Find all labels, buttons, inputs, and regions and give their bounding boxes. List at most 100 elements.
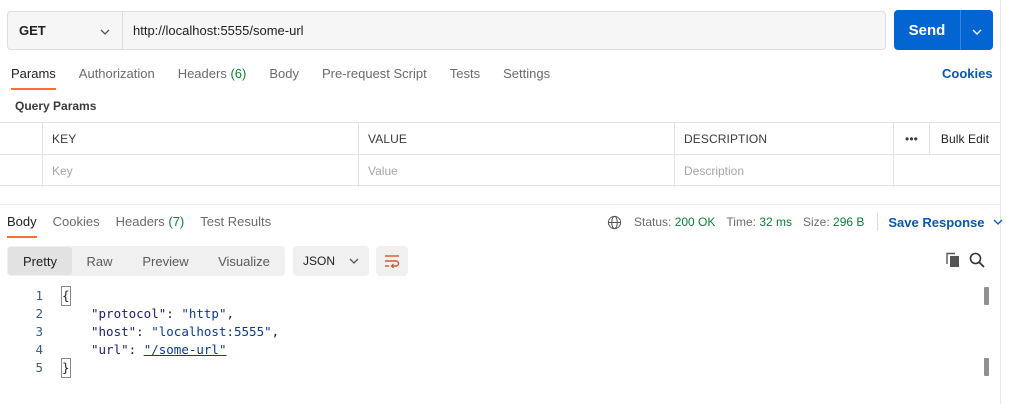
json-link-value[interactable]: "/some-url" — [144, 342, 227, 357]
size-label: Size: — [803, 215, 830, 229]
search-button[interactable] — [968, 251, 986, 269]
tab-pre-request-script[interactable]: Pre-request Script — [322, 66, 427, 90]
chevron-down-icon — [349, 258, 359, 264]
json-value: "localhost:5555" — [151, 324, 272, 339]
tab-label: Params — [11, 66, 56, 81]
code-text: } — [61, 358, 71, 378]
code-line: 4 "url": "/some-url" — [0, 341, 900, 359]
json-key: "host" — [91, 324, 137, 339]
code-text: "protocol": "http", — [91, 306, 235, 321]
vertical-scrollbar-thumb[interactable] — [984, 287, 989, 305]
tab-label: Headers — [115, 214, 165, 229]
json-punct: , — [271, 324, 280, 339]
time-info[interactable]: Time: 32 ms — [726, 215, 792, 229]
size-info[interactable]: Size: 296 B — [803, 215, 864, 229]
code-text: "url": "/some-url" — [91, 342, 227, 357]
code-text: "host": "localhost:5555", — [91, 324, 280, 339]
code-line: 2 "protocol": "http", — [0, 305, 900, 323]
code-line: 5 } — [0, 358, 900, 378]
tab-params[interactable]: Params — [11, 66, 56, 90]
tab-label: Authorization — [78, 66, 155, 81]
row-checkbox-cell — [0, 155, 43, 187]
request-tabs: Params Authorization Headers (6) Body Pr… — [11, 66, 573, 90]
url-value: http://localhost:5555/some-url — [133, 23, 304, 38]
format-preview[interactable]: Preview — [127, 247, 204, 275]
vertical-scrollbar-end[interactable] — [984, 358, 989, 376]
tab-headers[interactable]: Headers (6) — [178, 66, 247, 90]
json-key: "url" — [91, 342, 129, 357]
response-tabs: Body Cookies Headers (7) Test Results — [7, 214, 287, 240]
more-options-button[interactable]: ••• — [894, 123, 930, 154]
tab-label: Test Results — [200, 214, 272, 229]
tab-body[interactable]: Body — [269, 66, 299, 90]
json-value: "http" — [181, 306, 227, 321]
table-row: Key Value Description — [0, 155, 1000, 187]
send-button-group: Send — [894, 10, 993, 50]
tab-label: Headers — [177, 66, 227, 81]
key-input[interactable]: Key — [43, 155, 359, 187]
tab-label: Settings — [503, 66, 551, 81]
response-headers-count: (7) — [168, 214, 185, 229]
format-visualize[interactable]: Visualize — [204, 247, 284, 275]
tab-authorization[interactable]: Authorization — [79, 66, 155, 90]
globe-icon[interactable] — [607, 215, 622, 230]
line-number: 3 — [35, 324, 43, 339]
save-response-button[interactable]: Save Response — [888, 215, 1002, 230]
headers-count: (6) — [230, 66, 247, 81]
query-params-table: KEY VALUE DESCRIPTION ••• Bulk Edit Key … — [0, 122, 1000, 187]
status-value: 200 OK — [674, 215, 716, 229]
send-button[interactable]: Send — [894, 10, 960, 50]
tab-test-results[interactable]: Test Results — [200, 214, 271, 240]
chevron-down-icon — [993, 219, 1003, 225]
query-params-title: Query Params — [15, 99, 97, 113]
tab-settings[interactable]: Settings — [503, 66, 550, 90]
value-input[interactable]: Value — [359, 155, 675, 187]
chevron-down-icon — [100, 23, 110, 38]
divider — [877, 213, 879, 231]
status-info[interactable]: Status: 200 OK — [634, 215, 715, 229]
row-spacer — [894, 155, 1000, 187]
line-number: 2 — [35, 306, 43, 321]
code-line: 1 { — [0, 286, 900, 306]
bulk-edit-button[interactable]: Bulk Edit — [930, 123, 1000, 154]
method-value: GET — [19, 23, 46, 38]
time-label: Time: — [726, 215, 756, 229]
response-body-viewer[interactable]: 1 { 2 "protocol": "http", 3 "host": "loc… — [0, 286, 990, 387]
search-icon — [969, 252, 985, 268]
url-input[interactable]: http://localhost:5555/some-url — [123, 12, 885, 49]
json-key: "protocol" — [91, 306, 167, 321]
tab-response-body[interactable]: Body — [7, 214, 37, 240]
language-value: JSON — [303, 254, 336, 268]
tab-tests[interactable]: Tests — [450, 66, 480, 90]
table-header-row: KEY VALUE DESCRIPTION ••• Bulk Edit — [0, 123, 1000, 155]
description-input[interactable]: Description — [675, 155, 894, 187]
row-checkbox-column — [0, 123, 43, 154]
copy-icon — [945, 252, 961, 268]
column-key: KEY — [43, 123, 359, 154]
format-raw[interactable]: Raw — [72, 247, 127, 275]
line-number: 1 — [35, 288, 43, 303]
tab-label: Cookies — [52, 214, 100, 229]
column-description: DESCRIPTION — [675, 123, 894, 154]
cookies-link[interactable]: Cookies — [942, 66, 993, 81]
tab-response-headers[interactable]: Headers (7) — [116, 214, 185, 240]
method-select[interactable]: GET — [8, 12, 123, 49]
copy-button[interactable] — [944, 251, 962, 269]
language-select[interactable]: JSON — [293, 246, 369, 276]
tab-label: Body — [269, 66, 299, 81]
send-options-button[interactable] — [960, 10, 993, 50]
tab-label: Pre-request Script — [321, 66, 427, 81]
code-text: { — [61, 286, 71, 306]
line-number: 4 — [35, 342, 43, 357]
chevron-down-icon — [972, 23, 982, 38]
wrap-lines-icon — [384, 254, 400, 268]
tab-label: Body — [7, 214, 37, 229]
json-punct: , — [226, 306, 235, 321]
line-number: 5 — [35, 360, 43, 375]
tab-response-cookies[interactable]: Cookies — [53, 214, 100, 240]
panel-border — [1000, 0, 1001, 404]
wrap-lines-button[interactable] — [376, 246, 408, 276]
format-pretty[interactable]: Pretty — [8, 247, 72, 275]
time-value: 32 ms — [759, 215, 792, 229]
code-line: 3 "host": "localhost:5555", — [0, 323, 900, 341]
